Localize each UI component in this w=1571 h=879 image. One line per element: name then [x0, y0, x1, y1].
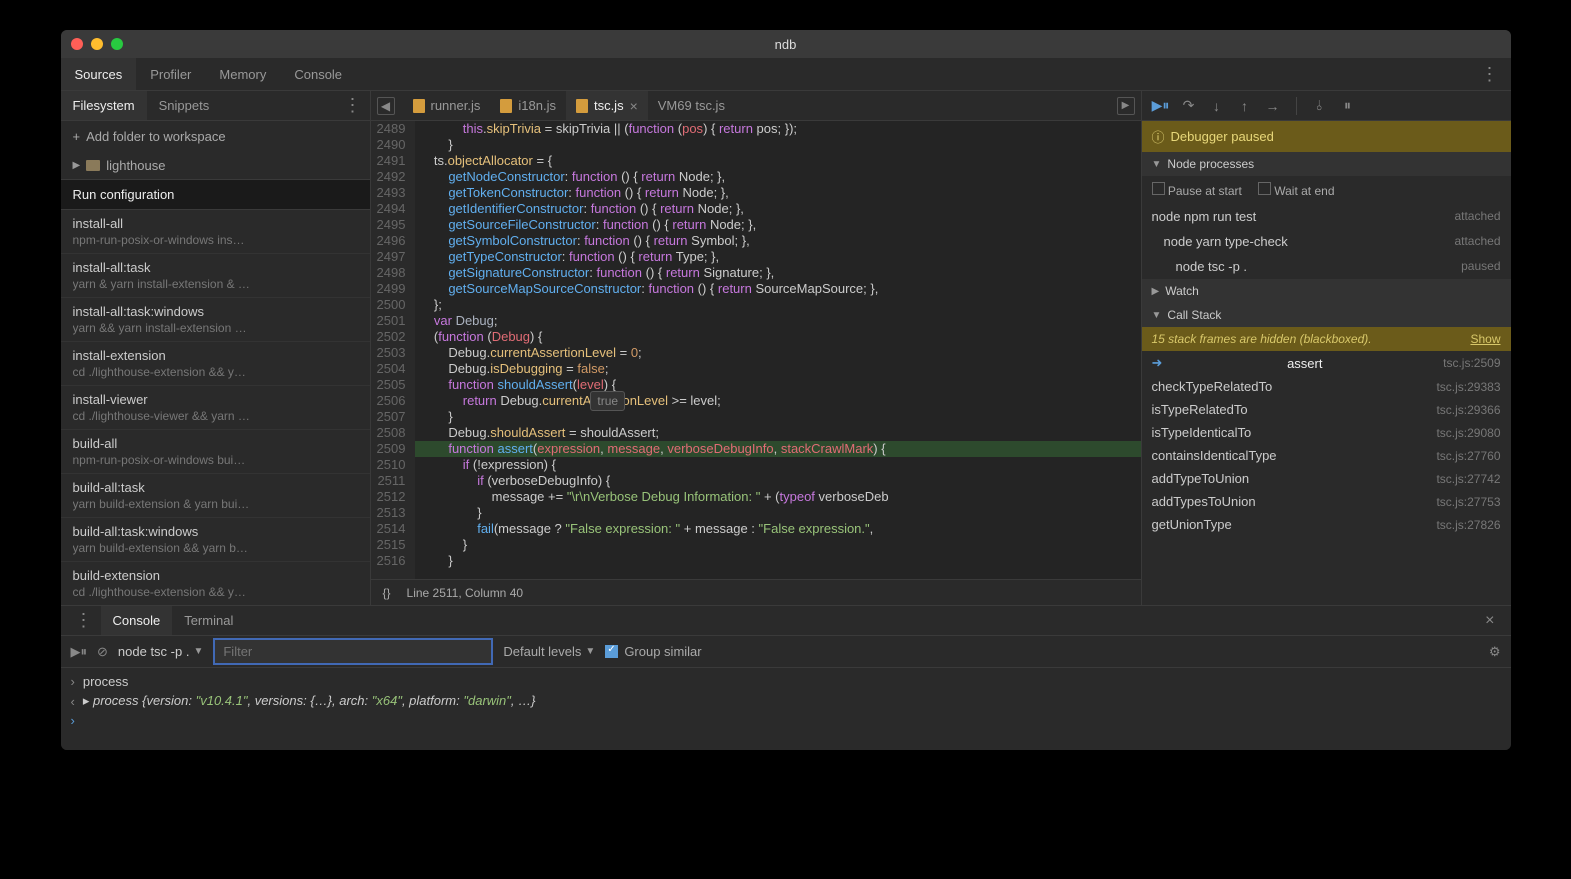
close-drawer-icon[interactable]: × — [1475, 612, 1504, 630]
process-item[interactable]: node yarn type-checkattached — [1142, 229, 1511, 254]
process-item[interactable]: node tsc -p .paused — [1142, 254, 1511, 279]
left-tabs-more-icon[interactable]: ⋮ — [336, 95, 370, 116]
wait-at-end-checkbox[interactable]: Wait at end — [1258, 182, 1335, 198]
titlebar: ndb — [61, 30, 1511, 58]
step-out-icon[interactable]: ↑ — [1236, 97, 1254, 115]
info-icon: ⓘ — [1152, 127, 1165, 146]
paused-text: Debugger paused — [1171, 129, 1274, 144]
main-tabs: SourcesProfilerMemoryConsole ⋮ — [61, 58, 1511, 91]
console-filter-input[interactable] — [213, 638, 493, 665]
stack-frame[interactable]: containsIdenticalTypetsc.js:27760 — [1142, 444, 1511, 467]
stack-frame[interactable]: isTypeRelatedTotsc.js:29366 — [1142, 398, 1511, 421]
clear-console-icon[interactable]: ⊘ — [97, 644, 108, 660]
config-item[interactable]: build-all:task:windowsyarn build-extensi… — [61, 518, 370, 562]
stack-frame[interactable]: getUnionTypetsc.js:27826 — [1142, 513, 1511, 536]
stack-frame[interactable]: checkTypeRelatedTotsc.js:29383 — [1142, 375, 1511, 398]
nav-more-icon[interactable]: ▶ — [1117, 97, 1135, 115]
context-selector[interactable]: node tsc -p . ▼ — [118, 644, 203, 659]
group-similar-checkbox[interactable]: Group similar — [605, 644, 701, 659]
file-icon — [576, 99, 588, 113]
watch-header[interactable]: ▶ Watch — [1142, 279, 1511, 303]
config-item[interactable]: build-allnpm-run-posix-or-windows bui… — [61, 430, 370, 474]
main-tab-sources[interactable]: Sources — [61, 58, 137, 90]
config-item[interactable]: install-viewercd ./lighthouse-viewer && … — [61, 386, 370, 430]
editor-tab[interactable]: i18n.js — [490, 91, 566, 120]
console-line: ›process — [71, 674, 1501, 689]
folder-icon — [86, 160, 100, 171]
stack-frame[interactable]: asserttsc.js:2509 — [1142, 351, 1511, 375]
show-blackboxed-link[interactable]: Show — [1470, 332, 1500, 346]
config-item[interactable]: build-extensioncd ./lighthouse-extension… — [61, 562, 370, 605]
config-item[interactable]: build-all:taskyarn build-extension & yar… — [61, 474, 370, 518]
main-tabs-more-icon[interactable]: ⋮ — [1469, 64, 1511, 85]
console-line: ‹▸ process {version: "v10.4.1", versions… — [71, 693, 1501, 709]
console-prompt[interactable]: › — [71, 713, 1501, 728]
close-icon[interactable]: × — [630, 98, 638, 114]
resume-icon[interactable]: ▶⏸ — [1152, 97, 1170, 115]
debug-controls: ▶⏸ ↷ ↓ ↑ → ⫰ ⏸ — [1142, 91, 1511, 121]
chevron-right-icon: ▶ — [73, 160, 81, 171]
run-config-header: Run configuration — [61, 179, 370, 210]
editor-tab[interactable]: VM69 tsc.js — [648, 91, 735, 120]
console-sidebar-icon[interactable]: ▶⏸ — [71, 644, 88, 660]
nav-prev-icon[interactable]: ◀ — [377, 97, 395, 115]
cursor-position: Line 2511, Column 40 — [407, 586, 524, 600]
brackets-icon[interactable]: {} — [383, 586, 391, 600]
config-item[interactable]: install-allnpm-run-posix-or-windows ins… — [61, 210, 370, 254]
chevron-right-icon: ▶ — [1152, 286, 1160, 297]
process-item[interactable]: node npm run testattached — [1142, 204, 1511, 229]
bottom-tabs-more-icon[interactable]: ⋮ — [67, 610, 101, 631]
chevron-down-icon: ▼ — [1152, 310, 1162, 321]
debugger-paused-banner: ⓘ Debugger paused — [1142, 121, 1511, 152]
editor-status-bar: {} Line 2511, Column 40 — [371, 579, 1141, 605]
editor-tab[interactable]: tsc.js× — [566, 91, 648, 120]
config-item[interactable]: install-all:task:windowsyarn && yarn ins… — [61, 298, 370, 342]
stack-frame[interactable]: addTypeToUniontsc.js:27742 — [1142, 467, 1511, 490]
tree-folder[interactable]: ▶ lighthouse — [61, 152, 370, 179]
config-item[interactable]: install-all:taskyarn & yarn install-exte… — [61, 254, 370, 298]
pause-at-start-checkbox[interactable]: Pause at start — [1152, 182, 1242, 198]
step-icon[interactable]: → — [1264, 97, 1282, 115]
stack-frame[interactable]: addTypesToUniontsc.js:27753 — [1142, 490, 1511, 513]
left-tab-snippets[interactable]: Snippets — [147, 91, 222, 120]
chevron-down-icon: ▼ — [1152, 159, 1162, 170]
log-levels-dropdown[interactable]: Default levels ▼ — [503, 644, 595, 659]
blackbox-banner: 15 stack frames are hidden (blackboxed).… — [1142, 327, 1511, 351]
file-icon — [413, 99, 425, 113]
step-over-icon[interactable]: ↷ — [1180, 97, 1198, 115]
node-processes-header[interactable]: ▼ Node processes — [1142, 152, 1511, 176]
call-stack-header[interactable]: ▼ Call Stack — [1142, 303, 1511, 327]
bottom-tab-console[interactable]: Console — [101, 606, 173, 635]
main-tab-console[interactable]: Console — [280, 58, 356, 90]
add-folder-button[interactable]: + Add folder to workspace — [61, 121, 370, 152]
plus-icon: + — [73, 129, 81, 144]
step-into-icon[interactable]: ↓ — [1208, 97, 1226, 115]
left-tab-filesystem[interactable]: Filesystem — [61, 91, 147, 120]
window-title: ndb — [61, 37, 1511, 52]
editor-tab[interactable]: runner.js — [403, 91, 491, 120]
main-tab-memory[interactable]: Memory — [205, 58, 280, 90]
file-icon — [500, 99, 512, 113]
pause-exceptions-icon[interactable]: ⏸ — [1339, 97, 1357, 115]
stack-frame[interactable]: isTypeIdenticalTotsc.js:29080 — [1142, 421, 1511, 444]
console-settings-icon[interactable]: ⚙ — [1489, 644, 1501, 660]
add-folder-label: Add folder to workspace — [86, 129, 225, 144]
folder-label: lighthouse — [106, 158, 165, 173]
main-tab-profiler[interactable]: Profiler — [136, 58, 205, 90]
config-item[interactable]: install-extensioncd ./lighthouse-extensi… — [61, 342, 370, 386]
deactivate-breakpoints-icon[interactable]: ⫰ — [1311, 97, 1329, 115]
bottom-tab-terminal[interactable]: Terminal — [172, 606, 245, 635]
